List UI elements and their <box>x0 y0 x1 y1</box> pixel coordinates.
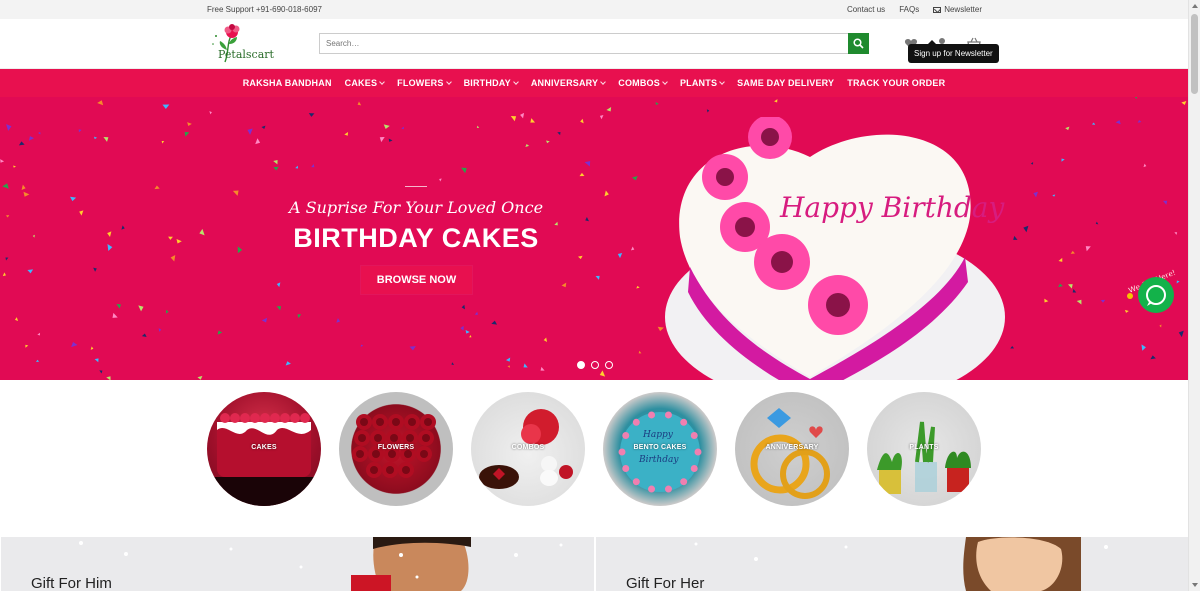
search-input[interactable] <box>319 33 849 54</box>
category-plants[interactable]: PLANTS <box>867 392 981 506</box>
top-links: Contact us FAQs Newsletter <box>847 5 982 14</box>
nav-item-same-day-delivery[interactable]: SAME DAY DELIVERY <box>737 78 834 88</box>
newsletter-link[interactable]: Newsletter <box>933 5 982 14</box>
category-label: FLOWERS <box>377 444 415 451</box>
chevron-down-icon <box>662 78 668 85</box>
gift-for-her-banner[interactable]: Gift For Her <box>596 537 1188 591</box>
nav-item-flowers[interactable]: FLOWERS <box>397 78 452 88</box>
nav-item-label: BIRTHDAY <box>463 78 511 88</box>
scroll-up-arrow[interactable] <box>1192 4 1198 8</box>
hero-slider: Happy Birthday A Suprise For Your Loved … <box>0 97 1188 380</box>
nav-item-label: FLOWERS <box>397 78 444 88</box>
category-combos[interactable]: COMBOS <box>471 392 585 506</box>
chevron-down-icon <box>445 78 452 85</box>
main-nav: RAKSHA BANDHAN CAKES FLOWERS BIRTHDAY ANNIVE… <box>0 69 1188 97</box>
gift-for-her-title: Gift For Her <box>626 575 705 591</box>
nav-item-anniversary[interactable]: ANNIVERSARY <box>530 78 607 88</box>
category-label: CAKES <box>251 444 277 451</box>
nav-item-label: COMBOS <box>618 78 660 88</box>
nav-item-label: RAKSHA BANDHAN <box>242 78 332 88</box>
gift-for-him-title: Gift For Him <box>31 575 112 591</box>
chevron-down-icon <box>600 78 607 85</box>
chat-bubble-icon[interactable] <box>1138 277 1174 313</box>
nav-item-raksha-bandhan[interactable]: RAKSHA BANDHAN <box>243 78 332 88</box>
svg-text:Birthday: Birthday <box>638 455 679 465</box>
search-button[interactable] <box>848 33 869 54</box>
heart-cake-image: Happy Birthday <box>665 117 1005 380</box>
chevron-down-icon <box>379 78 386 85</box>
slider-dots <box>577 361 613 369</box>
browse-now-button[interactable]: BROWSE NOW <box>361 266 472 294</box>
category-label: PLANTS <box>909 444 939 451</box>
category-flowers[interactable]: FLOWERS <box>339 392 453 506</box>
nav-item-plants[interactable]: PLANTS <box>679 78 725 88</box>
category-label: BENTO CAKES <box>633 444 687 451</box>
nav-item-label: ANNIVERSARY <box>530 78 599 88</box>
hero-subtitle: A Suprise For Your Loved Once <box>288 198 544 217</box>
category-label: ANNIVERSARY <box>765 444 819 451</box>
category-label: COMBOS <box>511 444 545 451</box>
chevron-down-icon <box>719 78 725 85</box>
slider-dot-2[interactable] <box>591 361 599 369</box>
scroll-down-arrow[interactable] <box>1192 583 1198 587</box>
cake-text: Happy Birthday <box>779 191 1005 224</box>
nav-item-label: CAKES <box>344 78 378 88</box>
svg-text:Happy: Happy <box>642 430 674 440</box>
nav-item-label: PLANTS <box>679 78 718 88</box>
page-scrollbar[interactable] <box>1188 0 1200 591</box>
top-bar: Free Support +91-690-018-6097 Contact us… <box>0 0 1188 19</box>
scroll-thumb[interactable] <box>1191 14 1198 94</box>
nav-item-label: TRACK YOUR ORDER <box>847 78 946 88</box>
search-icon <box>853 38 864 49</box>
category-anniversary[interactable]: ANNIVERSARY <box>735 392 849 506</box>
contact-link[interactable]: Contact us <box>847 5 885 14</box>
nav-item-label: SAME DAY DELIVERY <box>737 78 835 88</box>
chat-widget[interactable]: We Are Here! <box>1122 266 1182 316</box>
chevron-down-icon <box>513 78 519 85</box>
nav-item-cakes[interactable]: CAKES <box>344 78 386 88</box>
category-circles: CAKES FLOWERS COMBOS Happy Birthday BENTO CAK… <box>207 392 981 506</box>
logo-text[interactable]: Petalscart <box>218 48 274 61</box>
category-cakes[interactable]: CAKES <box>207 392 321 506</box>
nav-item-combos[interactable]: COMBOS <box>618 78 668 88</box>
nav-item-birthday[interactable]: BIRTHDAY <box>463 78 519 88</box>
nav-item-track-your-order[interactable]: TRACK YOUR ORDER <box>847 78 945 88</box>
hero-divider <box>405 186 427 187</box>
newsletter-label: Newsletter <box>944 5 982 14</box>
gift-for-him-banner[interactable]: Gift For Him <box>1 537 594 591</box>
hero-title: BIRTHDAY CAKES <box>293 223 539 253</box>
site-header: Petalscart Sign up for Newsletter <box>0 19 1188 69</box>
newsletter-tooltip: Sign up for Newsletter <box>908 40 999 63</box>
slider-dot-3[interactable] <box>605 361 613 369</box>
mail-icon <box>933 6 942 13</box>
support-phone: Free Support +91-690-018-6097 <box>207 5 322 14</box>
faqs-link[interactable]: FAQs <box>899 5 919 14</box>
category-bento-cakes[interactable]: Happy Birthday BENTO CAKES <box>603 392 717 506</box>
slider-dot-1[interactable] <box>577 361 585 369</box>
